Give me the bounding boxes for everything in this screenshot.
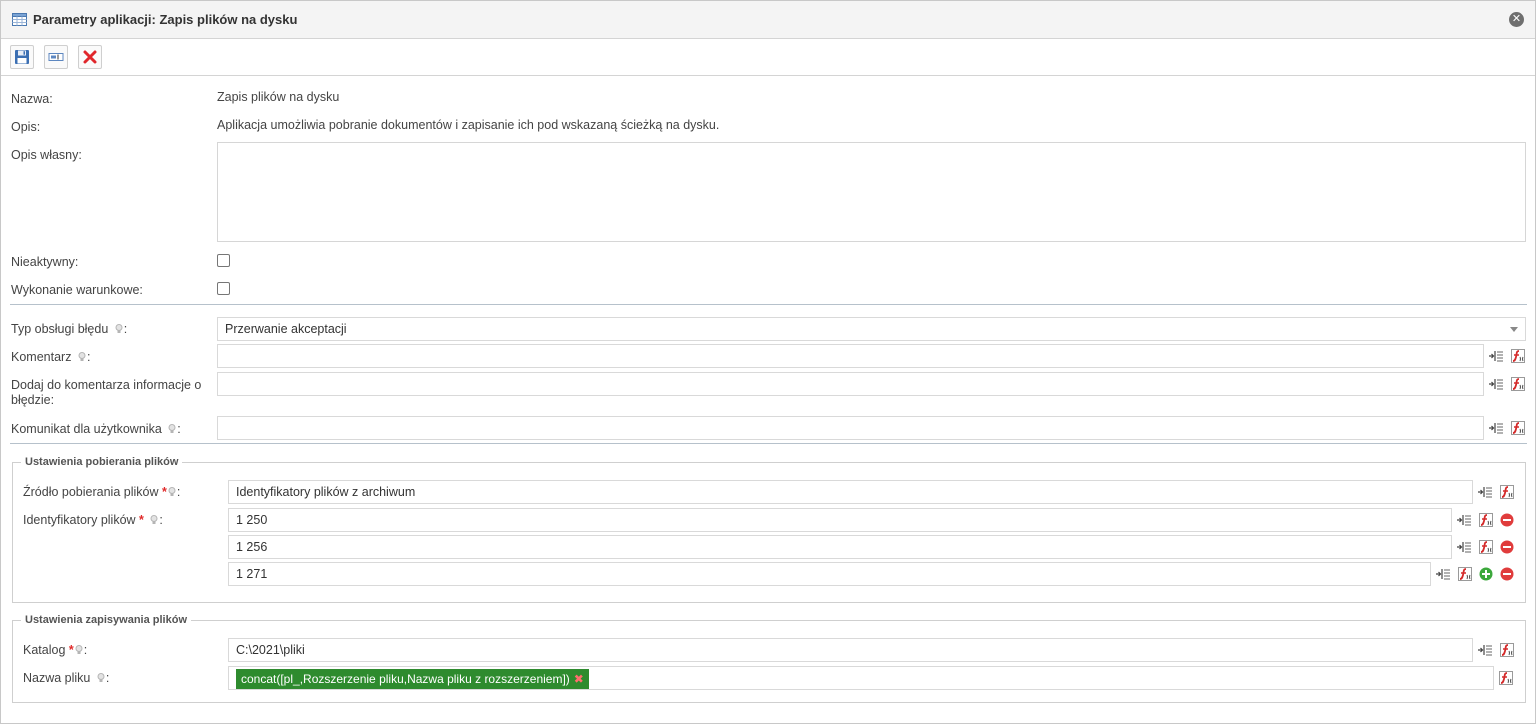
- insert-variable-icon[interactable]: [1488, 348, 1504, 364]
- error-type-select[interactable]: Przerwanie akceptacji: [217, 317, 1526, 341]
- lightbulb-icon: [75, 645, 83, 654]
- name-label: Nazwa:: [11, 92, 53, 106]
- red-x-icon: [83, 50, 97, 64]
- required-mark: *: [161, 485, 167, 499]
- filename-expression-tag[interactable]: concat([pl_,Rozszerzenie pliku,Nazwa pli…: [236, 669, 589, 689]
- divider: [10, 443, 1527, 444]
- user-message-label: Komunikat dla użytkownika :: [11, 422, 181, 436]
- file-ids-label: Identyfikatory plików * :: [23, 513, 163, 527]
- file-id-input[interactable]: 1 256: [228, 535, 1452, 559]
- own-description-label: Opis własny:: [11, 148, 82, 162]
- directory-label: Katalog *:: [23, 643, 87, 657]
- insert-variable-icon[interactable]: [1456, 539, 1472, 555]
- function-editor-icon[interactable]: [1478, 539, 1494, 555]
- colon: :: [86, 350, 91, 364]
- toolbar: [1, 39, 1535, 76]
- function-editor-icon[interactable]: [1499, 642, 1515, 658]
- divider: [10, 304, 1527, 305]
- error-type-value: Przerwanie akceptacji: [225, 322, 347, 336]
- add-error-info-input[interactable]: [217, 372, 1484, 396]
- lightbulb-icon: [78, 352, 86, 361]
- add-circle-icon[interactable]: [1478, 566, 1494, 582]
- filename-expression-text: concat([pl_,Rozszerzenie pliku,Nazwa pli…: [241, 672, 570, 686]
- insert-variable-icon[interactable]: [1477, 642, 1493, 658]
- user-message-input[interactable]: [217, 416, 1484, 440]
- floppy-disk-icon: [15, 50, 29, 64]
- lightbulb-icon: [168, 487, 176, 496]
- close-icon[interactable]: ✕: [1509, 12, 1524, 27]
- file-id-input[interactable]: 1 271: [228, 562, 1431, 586]
- table-icon: [12, 13, 27, 26]
- user-message-label-text: Komunikat dla użytkownika: [11, 422, 162, 436]
- comment-label: Komentarz :: [11, 350, 90, 364]
- add-error-info-label: Dodaj do komentarza informacje o błędzie…: [11, 378, 201, 408]
- source-input[interactable]: Identyfikatory plików z archiwum: [228, 480, 1473, 504]
- colon: :: [105, 671, 110, 685]
- function-editor-icon[interactable]: [1510, 420, 1526, 436]
- insert-variable-icon[interactable]: [1488, 420, 1504, 436]
- inactive-checkbox[interactable]: [217, 254, 230, 267]
- insert-variable-icon[interactable]: [1456, 512, 1472, 528]
- save-button[interactable]: [10, 45, 34, 69]
- conditional-label: Wykonanie warunkowe:: [11, 283, 143, 297]
- text-field-button[interactable]: [44, 45, 68, 69]
- remove-tag-icon[interactable]: ✖: [574, 672, 584, 686]
- lightbulb-icon: [97, 673, 105, 682]
- colon: :: [83, 643, 88, 657]
- filename-label: Nazwa pliku :: [23, 671, 109, 685]
- add-error-info-label-line2: błędzie:: [11, 393, 55, 407]
- name-value: Zapis plików na dysku: [217, 90, 340, 104]
- title-bar: Parametry aplikacji: Zapis plików na dys…: [1, 1, 1535, 39]
- colon: :: [123, 322, 128, 336]
- window-title: Parametry aplikacji: Zapis plików na dys…: [33, 12, 298, 27]
- source-label: Źródło pobierania plików *:: [23, 485, 180, 499]
- file-id-input[interactable]: 1 250: [228, 508, 1452, 532]
- insert-variable-icon[interactable]: [1477, 484, 1493, 500]
- function-editor-icon[interactable]: [1499, 484, 1515, 500]
- description-value: Aplikacja umożliwia pobranie dokumentów …: [217, 118, 720, 132]
- app-parameters-window: Parametry aplikacji: Zapis plików na dys…: [0, 0, 1536, 724]
- insert-variable-icon[interactable]: [1435, 566, 1451, 582]
- comment-label-text: Komentarz: [11, 350, 72, 364]
- error-type-label-text: Typ obsługi błędu: [11, 322, 109, 336]
- comment-input[interactable]: [217, 344, 1484, 368]
- error-type-label: Typ obsługi błędu :: [11, 322, 127, 336]
- function-editor-icon[interactable]: [1457, 566, 1473, 582]
- own-description-textarea[interactable]: [217, 142, 1526, 242]
- add-error-info-label-line1: Dodaj do komentarza informacje o: [11, 378, 202, 392]
- description-label: Opis:: [11, 120, 41, 134]
- inactive-label: Nieaktywny:: [11, 255, 79, 269]
- lightbulb-icon: [150, 515, 158, 524]
- lightbulb-icon: [168, 424, 176, 433]
- download-settings-legend: Ustawienia pobierania plików: [21, 456, 183, 468]
- lightbulb-icon: [115, 324, 123, 333]
- required-mark: *: [139, 513, 144, 527]
- function-editor-icon[interactable]: [1510, 348, 1526, 364]
- source-label-text: Źródło pobierania plików: [23, 485, 159, 499]
- chevron-down-icon: [1510, 327, 1518, 332]
- directory-input[interactable]: C:\2021\pliki: [228, 638, 1473, 662]
- filename-label-text: Nazwa pliku: [23, 671, 91, 685]
- function-editor-icon[interactable]: [1498, 670, 1514, 686]
- remove-circle-icon[interactable]: [1499, 512, 1515, 528]
- remove-circle-icon[interactable]: [1499, 539, 1515, 555]
- text-field-icon: [48, 53, 64, 61]
- remove-circle-icon[interactable]: [1499, 566, 1515, 582]
- function-editor-icon[interactable]: [1478, 512, 1494, 528]
- colon: :: [176, 485, 181, 499]
- delete-button[interactable]: [78, 45, 102, 69]
- conditional-checkbox[interactable]: [217, 282, 230, 295]
- directory-label-text: Katalog: [23, 643, 66, 657]
- colon: :: [159, 513, 163, 527]
- required-mark: *: [68, 643, 74, 657]
- file-ids-label-text: Identyfikatory plików: [23, 513, 136, 527]
- colon: :: [177, 422, 181, 436]
- function-editor-icon[interactable]: [1510, 376, 1526, 392]
- insert-variable-icon[interactable]: [1488, 376, 1504, 392]
- save-settings-legend: Ustawienia zapisywania plików: [21, 614, 191, 626]
